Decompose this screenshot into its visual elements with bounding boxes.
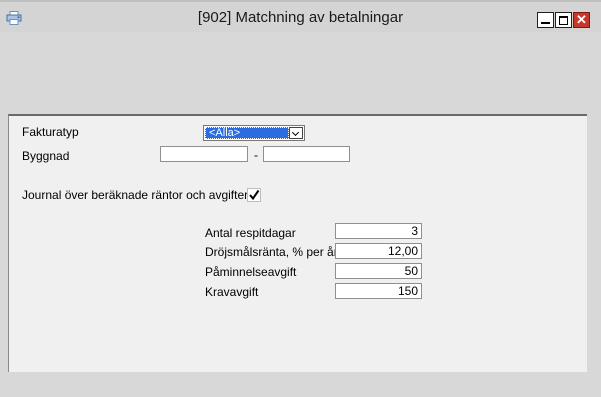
fakturatyp-selected-value: <Alla> bbox=[205, 127, 289, 139]
drojsmalsranta-label: Dröjsmålsränta, % per år bbox=[205, 245, 338, 259]
antal-respitdagar-label: Antal respitdagar bbox=[205, 226, 296, 240]
close-icon: ✕ bbox=[576, 12, 587, 27]
byggnad-to-input[interactable] bbox=[263, 146, 350, 162]
maximize-icon bbox=[559, 16, 568, 25]
minimize-button[interactable] bbox=[537, 12, 554, 28]
paminnelseavgift-label: Påminnelseavgift bbox=[205, 265, 297, 279]
minimize-icon bbox=[541, 22, 550, 24]
antal-respitdagar-input[interactable] bbox=[335, 223, 422, 239]
journal-checkbox[interactable] bbox=[247, 188, 261, 202]
byggnad-from-input[interactable] bbox=[160, 146, 248, 162]
toolbar-area bbox=[0, 32, 601, 108]
byggnad-label: Byggnad bbox=[22, 149, 70, 163]
close-button[interactable]: ✕ bbox=[573, 12, 590, 28]
paminnelseavgift-input[interactable] bbox=[335, 263, 422, 279]
byggnad-separator: - bbox=[254, 148, 258, 162]
journal-label: Journal över beräknade räntor och avgift… bbox=[22, 188, 249, 202]
fakturatyp-label: Fakturatyp bbox=[22, 125, 79, 139]
kravavgift-label: Kravavgift bbox=[205, 285, 259, 299]
bottom-strip bbox=[0, 372, 601, 397]
window-title: [902] Matchning av betalningar bbox=[197, 9, 404, 26]
drojsmalsranta-input[interactable] bbox=[335, 243, 422, 259]
title-bar[interactable]: [902] Matchning av betalningar ✕ bbox=[0, 0, 601, 32]
maximize-button[interactable] bbox=[555, 12, 572, 28]
fakturatyp-select[interactable]: <Alla> bbox=[203, 125, 305, 141]
kravavgift-input[interactable] bbox=[335, 283, 422, 299]
chevron-down-icon[interactable] bbox=[289, 127, 303, 139]
